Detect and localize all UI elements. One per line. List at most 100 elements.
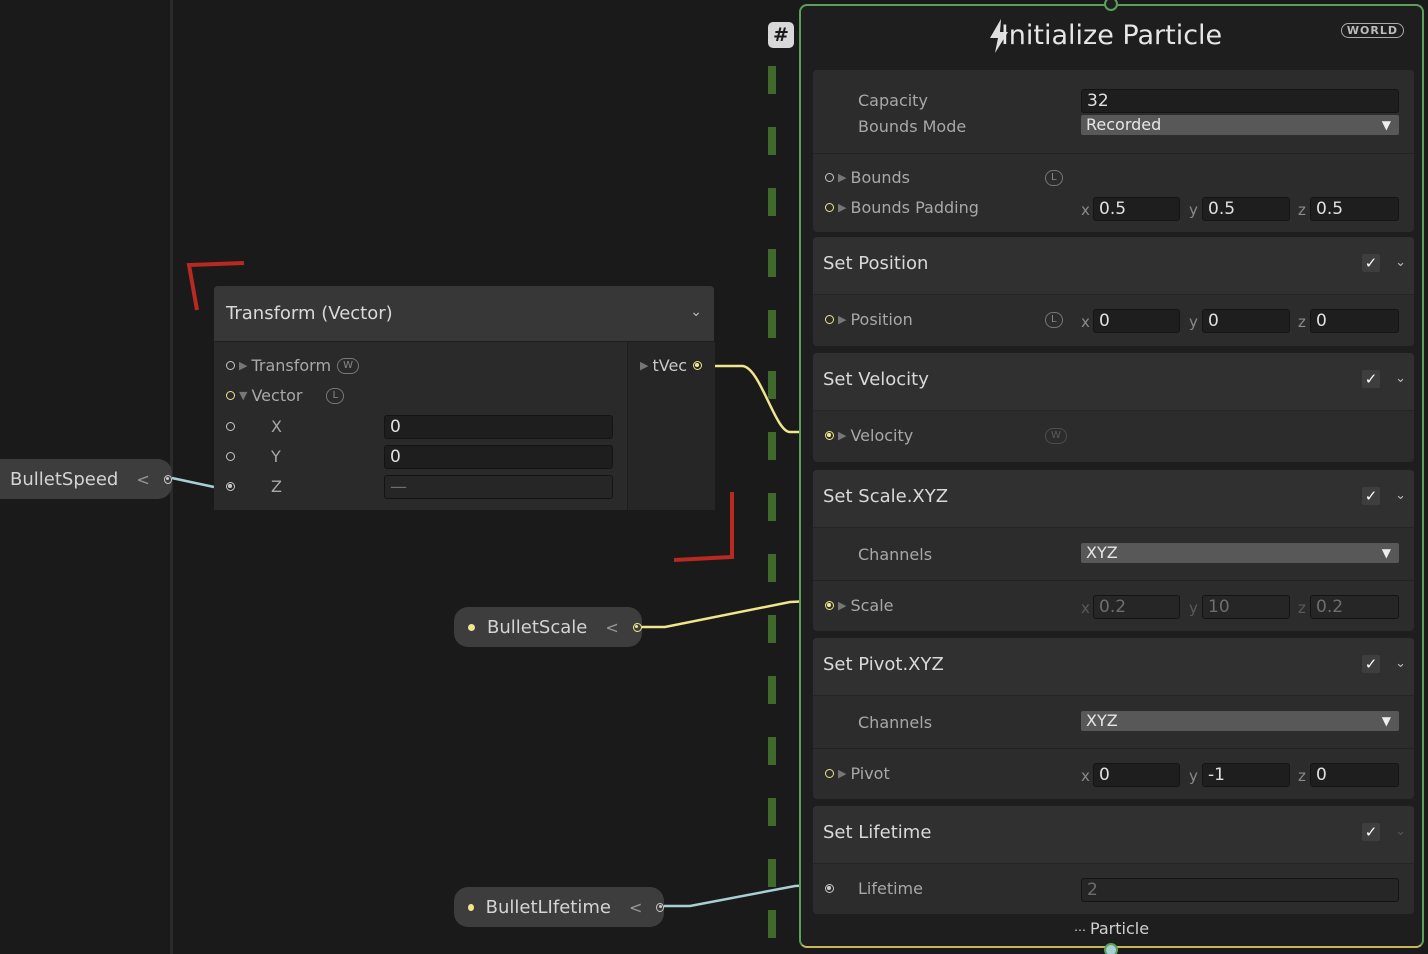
port-icon[interactable]: [825, 173, 834, 182]
expand-icon[interactable]: ▶: [838, 599, 846, 612]
capacity-field[interactable]: 32: [1081, 89, 1399, 113]
space-badge[interactable]: W: [1045, 428, 1067, 444]
checkbox-icon[interactable]: ✓: [1362, 655, 1380, 673]
expand-icon[interactable]: ▶: [838, 767, 846, 780]
checkbox-icon[interactable]: ✓: [1362, 370, 1380, 388]
position-z[interactable]: 0: [1310, 309, 1399, 333]
checkbox-icon[interactable]: ✓: [1362, 487, 1380, 505]
space-badge[interactable]: W: [337, 357, 359, 374]
space-badge[interactable]: WORLD: [1340, 23, 1404, 38]
block-header[interactable]: Set Position ✓ ⌄: [813, 237, 1414, 295]
port-icon[interactable]: [825, 203, 834, 212]
dropdown-arrow-icon: ▼: [1381, 714, 1391, 728]
block-set-scale[interactable]: Set Scale.XYZ ✓ ⌄ Channels XYZ ▼ ▶ Scale…: [813, 470, 1414, 631]
x-input-row: X: [226, 417, 282, 436]
chevron-down-icon[interactable]: ⌄: [690, 304, 702, 320]
transform-vector-node[interactable]: Transform (Vector) ⌄ ▶ Transform W ▼ Vec…: [214, 286, 715, 510]
expand-icon[interactable]: ▶: [239, 359, 247, 372]
port-icon[interactable]: [825, 769, 834, 778]
block-set-velocity[interactable]: Set Velocity ✓ ⌄ ▶ Velocity W: [813, 353, 1414, 462]
axis-y-label: y: [1189, 767, 1198, 785]
expand-icon[interactable]: ▶: [838, 429, 846, 442]
port-icon[interactable]: [825, 315, 834, 324]
channels-dropdown[interactable]: XYZ ▼: [1081, 543, 1399, 563]
bounds-padding-y[interactable]: 0.5: [1202, 197, 1290, 221]
context-footer: ⋯ Particle: [801, 919, 1422, 938]
checkbox-icon[interactable]: ✓: [1362, 823, 1380, 841]
collapse-icon[interactable]: ▼: [239, 389, 247, 402]
tvec-output-row: ▶ tVec: [636, 356, 703, 375]
block-header[interactable]: Set Velocity ✓ ⌄: [813, 353, 1414, 411]
y-field[interactable]: 0: [384, 445, 613, 469]
expand-icon[interactable]: ▶: [640, 359, 648, 372]
space-badge[interactable]: L: [326, 387, 345, 404]
block-header[interactable]: Set Lifetime ✓ ⌄: [813, 806, 1414, 864]
y-label: Y: [271, 447, 281, 466]
scale-label: Scale: [850, 596, 894, 615]
port-icon[interactable]: [226, 361, 235, 370]
port-icon[interactable]: [226, 482, 235, 491]
port-icon[interactable]: [226, 452, 235, 461]
channels-dropdown[interactable]: XYZ ▼: [1081, 711, 1399, 731]
port-icon[interactable]: [226, 391, 235, 400]
flow-dash: [768, 910, 776, 938]
position-x[interactable]: 0: [1093, 309, 1180, 333]
particle-icon: ⋯: [1073, 923, 1086, 937]
axis-x-label: x: [1081, 599, 1090, 617]
port-icon[interactable]: [825, 884, 834, 893]
port-icon[interactable]: [163, 474, 172, 484]
port-icon[interactable]: [656, 902, 664, 912]
param-bulletlifetime[interactable]: BulletLIfetime <: [454, 887, 664, 927]
initialize-particle-context[interactable]: Initialize Particle WORLD Capacity 32 Bo…: [799, 4, 1424, 948]
flow-dash: [768, 798, 776, 826]
flow-output-anchor[interactable]: [1100, 942, 1124, 954]
axis-x-label: x: [1081, 201, 1090, 219]
block-set-pivot[interactable]: Set Pivot.XYZ ✓ ⌄ Channels XYZ ▼ ▶ Pivot…: [813, 638, 1414, 799]
param-bulletspeed[interactable]: BulletSpeed <: [0, 459, 172, 499]
footer-label: Particle: [1089, 919, 1150, 938]
context-settings: Capacity 32 Bounds Mode Recorded ▼ ▶ Bou…: [813, 70, 1414, 232]
param-bulletscale[interactable]: BulletScale <: [454, 607, 642, 647]
port-icon[interactable]: [226, 422, 235, 431]
pivot-x[interactable]: 0: [1093, 763, 1180, 787]
checkbox-icon[interactable]: ✓: [1362, 254, 1380, 272]
expand-icon[interactable]: ▶: [838, 201, 846, 214]
block-header[interactable]: Set Scale.XYZ ✓ ⌄: [813, 470, 1414, 528]
block-header[interactable]: Set Pivot.XYZ ✓ ⌄: [813, 638, 1414, 696]
axis-y-label: y: [1189, 599, 1198, 617]
port-icon[interactable]: [825, 431, 834, 440]
chevron-down-icon[interactable]: ⌄: [1395, 371, 1406, 386]
channels-label: Channels: [858, 545, 933, 564]
port-icon[interactable]: [632, 622, 642, 632]
block-set-position[interactable]: Set Position ✓ ⌄ ▶ Position L x 0 y 0 z …: [813, 237, 1414, 346]
pivot-z[interactable]: 0: [1310, 763, 1399, 787]
block-set-lifetime[interactable]: Set Lifetime ✓ ⌄ Lifetime 2: [813, 806, 1414, 914]
hash-badge[interactable]: #: [768, 22, 794, 48]
y-input-row: Y: [226, 447, 281, 466]
lifetime-row: Lifetime: [825, 879, 923, 898]
axis-z-label: z: [1298, 201, 1306, 219]
bounds-padding-x[interactable]: 0.5: [1093, 197, 1180, 221]
chevron-down-icon[interactable]: ⌄: [1395, 255, 1406, 270]
flow-input-anchor[interactable]: [1100, 0, 1124, 12]
bounds-padding-z[interactable]: 0.5: [1310, 197, 1399, 221]
port-icon[interactable]: [825, 601, 834, 610]
x-field[interactable]: 0: [384, 415, 613, 439]
chevron-down-icon: ⌄: [1395, 824, 1406, 839]
space-badge[interactable]: L: [1045, 170, 1063, 186]
node-header[interactable]: Transform (Vector) ⌄: [214, 286, 714, 342]
transform-input-row: ▶ Transform W: [226, 356, 359, 375]
chevron-down-icon[interactable]: ⌄: [1395, 656, 1406, 671]
flow-dash: [768, 127, 776, 155]
expand-icon[interactable]: ▶: [838, 313, 846, 326]
chevron-down-icon[interactable]: ⌄: [1395, 488, 1406, 503]
pivot-y[interactable]: -1: [1202, 763, 1290, 787]
block-title: Set Pivot.XYZ: [823, 654, 944, 675]
space-badge[interactable]: L: [1045, 312, 1063, 328]
position-y[interactable]: 0: [1202, 309, 1290, 333]
port-icon[interactable]: [693, 361, 703, 370]
expand-icon[interactable]: ▶: [838, 171, 846, 184]
transform-label: Transform: [251, 356, 332, 375]
param-name: BulletLIfetime: [485, 896, 611, 918]
bounds-mode-dropdown[interactable]: Recorded ▼: [1081, 115, 1399, 135]
